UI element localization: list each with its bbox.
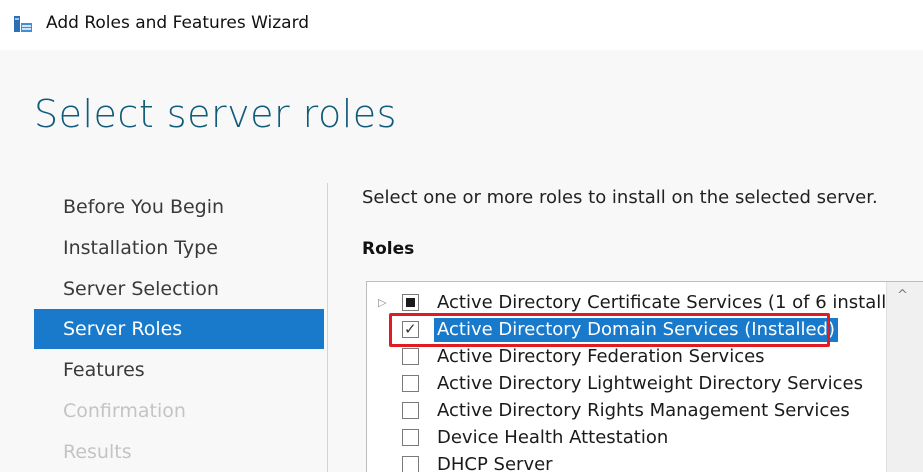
roles-heading: Roles: [362, 239, 415, 259]
roles-list[interactable]: ▷ Active Directory Certificate Services …: [366, 281, 923, 472]
role-row-ad-rights-management-services[interactable]: Active Directory Rights Management Servi…: [367, 398, 887, 425]
expand-arrow-icon[interactable]: ▷: [378, 296, 386, 309]
role-checkbox[interactable]: [402, 375, 419, 392]
role-row-device-health-attestation[interactable]: Device Health Attestation: [367, 425, 887, 452]
roles-scrollbar[interactable]: ^: [886, 282, 923, 472]
title-bar: Add Roles and Features Wizard: [0, 0, 923, 50]
server-manager-icon: [14, 16, 32, 32]
role-row-ad-lightweight-directory-services[interactable]: Active Directory Lightweight Directory S…: [367, 371, 887, 398]
scroll-up-icon[interactable]: ^: [897, 288, 908, 303]
role-label[interactable]: Device Health Attestation: [434, 426, 671, 450]
partial-check-icon: [406, 298, 415, 307]
role-checkbox[interactable]: [402, 456, 419, 472]
role-row-dhcp-server[interactable]: DHCP Server: [367, 452, 887, 472]
role-checkbox[interactable]: [402, 429, 419, 446]
window-title: Add Roles and Features Wizard: [46, 13, 310, 33]
nav-item-confirmation: Confirmation: [63, 400, 186, 422]
nav-item-before-you-begin[interactable]: Before You Begin: [34, 187, 324, 227]
role-label[interactable]: Active Directory Rights Management Servi…: [434, 399, 853, 423]
nav-item-server-selection[interactable]: Server Selection: [34, 269, 324, 309]
page-title: Select server roles: [34, 92, 397, 136]
role-label[interactable]: Active Directory Federation Services: [434, 345, 768, 369]
role-checkbox[interactable]: [402, 402, 419, 419]
highlight-annotation-box: [389, 313, 830, 347]
role-checkbox[interactable]: [402, 348, 419, 365]
role-label[interactable]: DHCP Server: [434, 453, 556, 472]
role-checkbox[interactable]: [402, 294, 419, 311]
nav-item-results: Results: [63, 441, 132, 463]
nav-divider: [327, 183, 328, 472]
role-row-ad-federation-services[interactable]: Active Directory Federation Services: [367, 344, 887, 371]
nav-item-features[interactable]: Features: [34, 350, 324, 390]
nav-item-server-roles[interactable]: Server Roles: [34, 309, 324, 349]
role-label[interactable]: Active Directory Lightweight Directory S…: [434, 372, 866, 396]
role-label[interactable]: Active Directory Certificate Services (1…: [434, 291, 900, 315]
instructions-text: Select one or more roles to install on t…: [362, 187, 878, 208]
nav-item-installation-type[interactable]: Installation Type: [34, 228, 324, 268]
